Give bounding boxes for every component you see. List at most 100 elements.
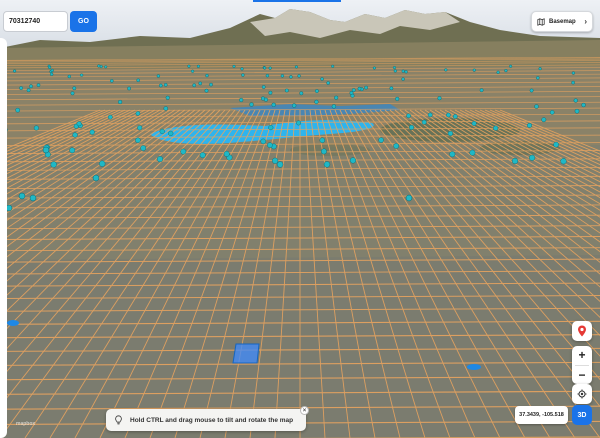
chevron-right-icon: › [584, 17, 587, 26]
well-marker [29, 84, 33, 89]
well-marker [223, 150, 230, 157]
zoom-out-button[interactable]: − [572, 365, 592, 384]
well-marker [260, 138, 267, 145]
well-marker [372, 66, 376, 70]
well-marker [427, 112, 433, 118]
well-marker [447, 130, 454, 137]
well-marker [406, 113, 411, 119]
well-marker [496, 70, 500, 74]
well-marker [504, 69, 508, 73]
well-marker [67, 74, 71, 79]
well-marker [527, 122, 532, 128]
well-marker [137, 125, 143, 131]
well-marker [509, 64, 513, 68]
well-marker [50, 72, 54, 76]
well-marker [320, 148, 327, 155]
well-marker [378, 137, 384, 143]
well-marker [574, 108, 580, 114]
hint-text: Hold CTRL and drag mouse to tilt and rot… [130, 416, 294, 424]
terrain-3d-view[interactable] [0, 0, 600, 438]
well-marker [549, 110, 555, 115]
well-marker [408, 124, 415, 130]
zoom-controls: + − [572, 346, 592, 384]
left-panel-edge [0, 38, 7, 438]
well-marker [156, 74, 161, 78]
well-marker [135, 137, 141, 144]
well-marker [393, 69, 397, 73]
well-marker [232, 64, 236, 68]
lightbulb-icon [115, 415, 122, 425]
basemap-label: Basemap [549, 18, 576, 25]
well-marker [156, 156, 164, 163]
well-marker [560, 158, 567, 165]
well-marker [292, 103, 297, 108]
well-marker [314, 99, 319, 104]
basemap-button[interactable]: Basemap › [531, 11, 593, 32]
well-marker [140, 145, 147, 151]
well-marker [296, 120, 302, 126]
well-marker [26, 88, 31, 93]
drop-pin-button[interactable] [572, 321, 592, 341]
well-marker [239, 97, 244, 103]
well-marker [529, 154, 536, 161]
well-marker [284, 88, 289, 93]
well-marker [72, 86, 77, 91]
well-marker [29, 194, 37, 202]
well-marker [289, 75, 293, 79]
well-marker [209, 82, 213, 87]
well-marker [50, 68, 54, 72]
well-marker [136, 78, 140, 83]
well-marker [192, 83, 197, 88]
well-marker [70, 91, 75, 96]
well-marker [268, 66, 272, 70]
well-marker [573, 98, 578, 103]
close-icon[interactable]: × [300, 406, 309, 415]
well-marker [571, 71, 576, 75]
well-marker [117, 99, 123, 105]
well-marker [331, 104, 337, 109]
well-marker [79, 73, 84, 77]
well-marker [42, 146, 50, 154]
go-button[interactable]: GO [70, 11, 97, 32]
well-marker [404, 70, 408, 74]
well-marker [364, 85, 368, 90]
well-marker [553, 141, 559, 148]
well-marker [437, 96, 442, 101]
well-marker [393, 143, 400, 149]
parcel-search-input[interactable] [3, 11, 68, 32]
well-marker [323, 161, 331, 168]
location-pin-icon [578, 325, 586, 337]
well-marker [405, 194, 413, 202]
well-marker [187, 64, 191, 68]
well-marker [72, 132, 78, 138]
well-marker [444, 68, 448, 72]
3d-toggle-button[interactable]: 3D [572, 405, 592, 425]
well-marker [389, 86, 394, 91]
well-marker [180, 148, 187, 155]
well-marker [268, 125, 274, 131]
well-marker [241, 73, 245, 77]
well-marker [265, 74, 270, 78]
well-marker [319, 137, 326, 144]
well-marker [163, 83, 168, 87]
selected-parcel [232, 343, 260, 364]
well-marker [15, 107, 20, 113]
map-viewport[interactable]: GO Basemap › + − 37.3439, -105.518 3D Ho… [0, 0, 600, 438]
well-marker [334, 95, 339, 100]
well-marker [127, 86, 131, 91]
well-marker [446, 112, 451, 118]
zoom-in-button[interactable]: + [572, 346, 592, 365]
locate-me-button[interactable] [572, 384, 592, 404]
well-marker [97, 64, 101, 68]
well-marker [163, 106, 169, 111]
map-icon [537, 17, 545, 26]
well-marker [19, 86, 23, 90]
well-marker [297, 74, 301, 78]
well-marker [472, 68, 476, 72]
well-marker [357, 86, 362, 91]
well-marker [107, 114, 113, 120]
well-marker [314, 89, 319, 94]
well-marker [69, 147, 76, 154]
well-marker [99, 64, 103, 69]
well-marker [534, 104, 539, 109]
